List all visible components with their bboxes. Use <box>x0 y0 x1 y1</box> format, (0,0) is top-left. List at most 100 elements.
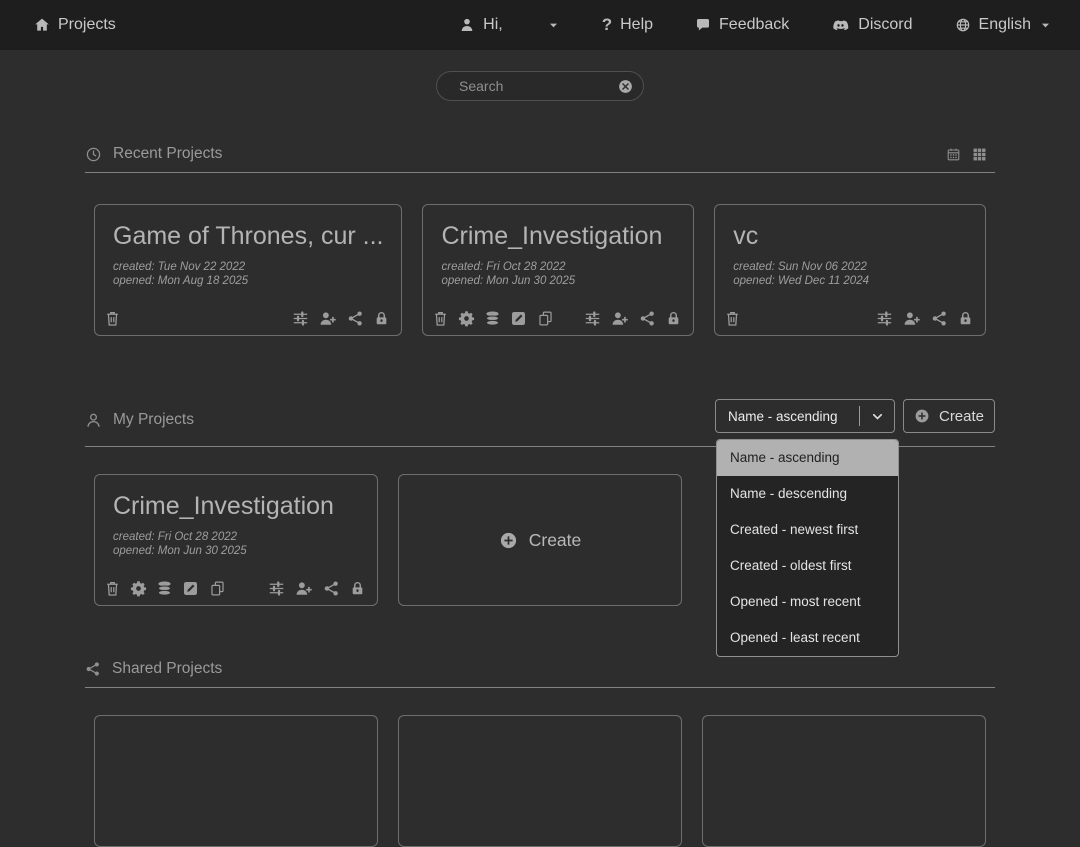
person-icon <box>459 17 475 33</box>
person-plus-icon[interactable] <box>318 310 338 327</box>
lock-icon[interactable] <box>373 310 390 327</box>
project-title: Game of Thrones, cur ... <box>113 222 383 251</box>
my-projects-controls: Name - ascending Name - ascending Name -… <box>715 399 995 433</box>
project-title: vc <box>733 222 967 251</box>
project-opened: opened: Mon Aug 18 2025 <box>113 274 383 288</box>
shared-projects-grid <box>85 715 995 847</box>
project-created: created: Fri Oct 28 2022 <box>113 530 359 544</box>
globe-icon <box>955 17 971 33</box>
search-input[interactable] <box>457 77 617 95</box>
my-projects-section: My Projects Name - ascending Name - asce… <box>85 399 995 606</box>
chevron-down-icon <box>860 409 894 424</box>
feedback-label: Feedback <box>719 16 789 34</box>
lock-icon[interactable] <box>957 310 974 327</box>
nav-projects-link[interactable]: Projects <box>34 16 116 34</box>
sort-option[interactable]: Created - oldest first <box>717 548 898 584</box>
project-card[interactable]: Crime_Investigation created: Fri Oct 28 … <box>94 474 378 606</box>
share-icon[interactable] <box>347 310 364 327</box>
project-dates: created: Sun Nov 06 2022 opened: Wed Dec… <box>733 260 967 288</box>
recent-projects-header: Recent Projects <box>85 145 995 163</box>
speech-bubble-icon <box>695 17 711 33</box>
share-icon[interactable] <box>931 310 948 327</box>
home-icon <box>34 17 50 33</box>
grid-view-icon[interactable] <box>972 147 987 162</box>
project-card[interactable]: Crime_Investigation created: Fri Oct 28 … <box>422 204 694 336</box>
user-menu[interactable]: Hi, <box>459 16 560 34</box>
sort-selected-value: Name - ascending <box>716 409 859 424</box>
person-plus-icon[interactable] <box>610 310 630 327</box>
edit-icon[interactable] <box>510 310 527 327</box>
section-divider <box>85 172 995 173</box>
sort-select[interactable]: Name - ascending Name - ascending Name -… <box>715 399 895 433</box>
project-created: created: Sun Nov 06 2022 <box>733 260 967 274</box>
share-icon[interactable] <box>639 310 656 327</box>
clear-search-icon[interactable] <box>617 78 634 95</box>
trash-icon[interactable] <box>104 310 121 327</box>
project-dates: created: Fri Oct 28 2022 opened: Mon Jun… <box>113 530 359 558</box>
trash-icon[interactable] <box>724 310 741 327</box>
recent-projects-section: Recent Projects Game of Thrones, cur ...… <box>85 145 995 336</box>
calendar-view-icon[interactable] <box>946 147 961 162</box>
discord-label: Discord <box>858 16 912 34</box>
lock-icon[interactable] <box>665 310 682 327</box>
database-icon[interactable] <box>484 310 501 327</box>
trash-icon[interactable] <box>432 310 449 327</box>
help-link[interactable]: ? Help <box>602 15 653 35</box>
copy-icon[interactable] <box>536 310 555 327</box>
project-opened: opened: Mon Jun 30 2025 <box>113 544 359 558</box>
sort-option[interactable]: Created - newest first <box>717 512 898 548</box>
shared-projects-header: Shared Projects <box>85 660 995 678</box>
project-card[interactable] <box>94 715 378 847</box>
copy-icon[interactable] <box>208 580 227 597</box>
project-card[interactable] <box>702 715 986 847</box>
trash-icon[interactable] <box>104 580 121 597</box>
project-title: Crime_Investigation <box>441 222 675 251</box>
discord-link[interactable]: Discord <box>831 16 912 34</box>
person-plus-icon[interactable] <box>294 580 314 597</box>
share-icon <box>85 661 101 677</box>
clock-icon <box>85 146 102 163</box>
section-divider <box>85 687 995 688</box>
create-card-label: Create <box>529 530 582 551</box>
gear-icon[interactable] <box>130 580 147 597</box>
user-greeting: Hi, <box>483 16 503 34</box>
share-icon[interactable] <box>323 580 340 597</box>
sort-option[interactable]: Name - ascending <box>717 440 898 476</box>
create-project-card[interactable]: Create <box>398 474 682 606</box>
project-title: Crime_Investigation <box>113 492 359 521</box>
chevron-down-icon <box>547 19 560 32</box>
my-projects-header: My Projects Name - ascending Name - asce… <box>85 399 995 433</box>
person-outline-icon <box>85 412 102 429</box>
sort-option[interactable]: Name - descending <box>717 476 898 512</box>
feedback-link[interactable]: Feedback <box>695 16 789 34</box>
database-icon[interactable] <box>156 580 173 597</box>
sort-option[interactable]: Opened - most recent <box>717 584 898 620</box>
project-dates: created: Fri Oct 28 2022 opened: Mon Jun… <box>441 260 675 288</box>
sliders-icon[interactable] <box>292 310 309 327</box>
sliders-icon[interactable] <box>584 310 601 327</box>
gear-icon[interactable] <box>458 310 475 327</box>
lock-icon[interactable] <box>349 580 366 597</box>
sliders-icon[interactable] <box>268 580 285 597</box>
project-opened: opened: Mon Jun 30 2025 <box>441 274 675 288</box>
create-button[interactable]: Create <box>903 399 995 433</box>
edit-icon[interactable] <box>182 580 199 597</box>
sliders-icon[interactable] <box>876 310 893 327</box>
sort-dropdown-menu: Name - ascending Name - descending Creat… <box>716 439 899 657</box>
recent-projects-title: Recent Projects <box>113 145 222 163</box>
language-menu[interactable]: English <box>955 16 1052 34</box>
shared-projects-title: Shared Projects <box>112 660 222 678</box>
project-dates: created: Tue Nov 22 2022 opened: Mon Aug… <box>113 260 383 288</box>
language-label: English <box>979 16 1031 34</box>
sort-option[interactable]: Opened - least recent <box>717 620 898 656</box>
search-box <box>436 71 644 101</box>
question-mark-icon: ? <box>602 15 612 35</box>
project-actions <box>432 310 682 327</box>
project-card[interactable]: vc created: Sun Nov 06 2022 opened: Wed … <box>714 204 986 336</box>
recent-projects-grid: Game of Thrones, cur ... created: Tue No… <box>85 204 995 336</box>
my-projects-title: My Projects <box>113 411 194 429</box>
person-plus-icon[interactable] <box>902 310 922 327</box>
project-actions <box>104 310 390 327</box>
project-card[interactable] <box>398 715 682 847</box>
project-card[interactable]: Game of Thrones, cur ... created: Tue No… <box>94 204 402 336</box>
